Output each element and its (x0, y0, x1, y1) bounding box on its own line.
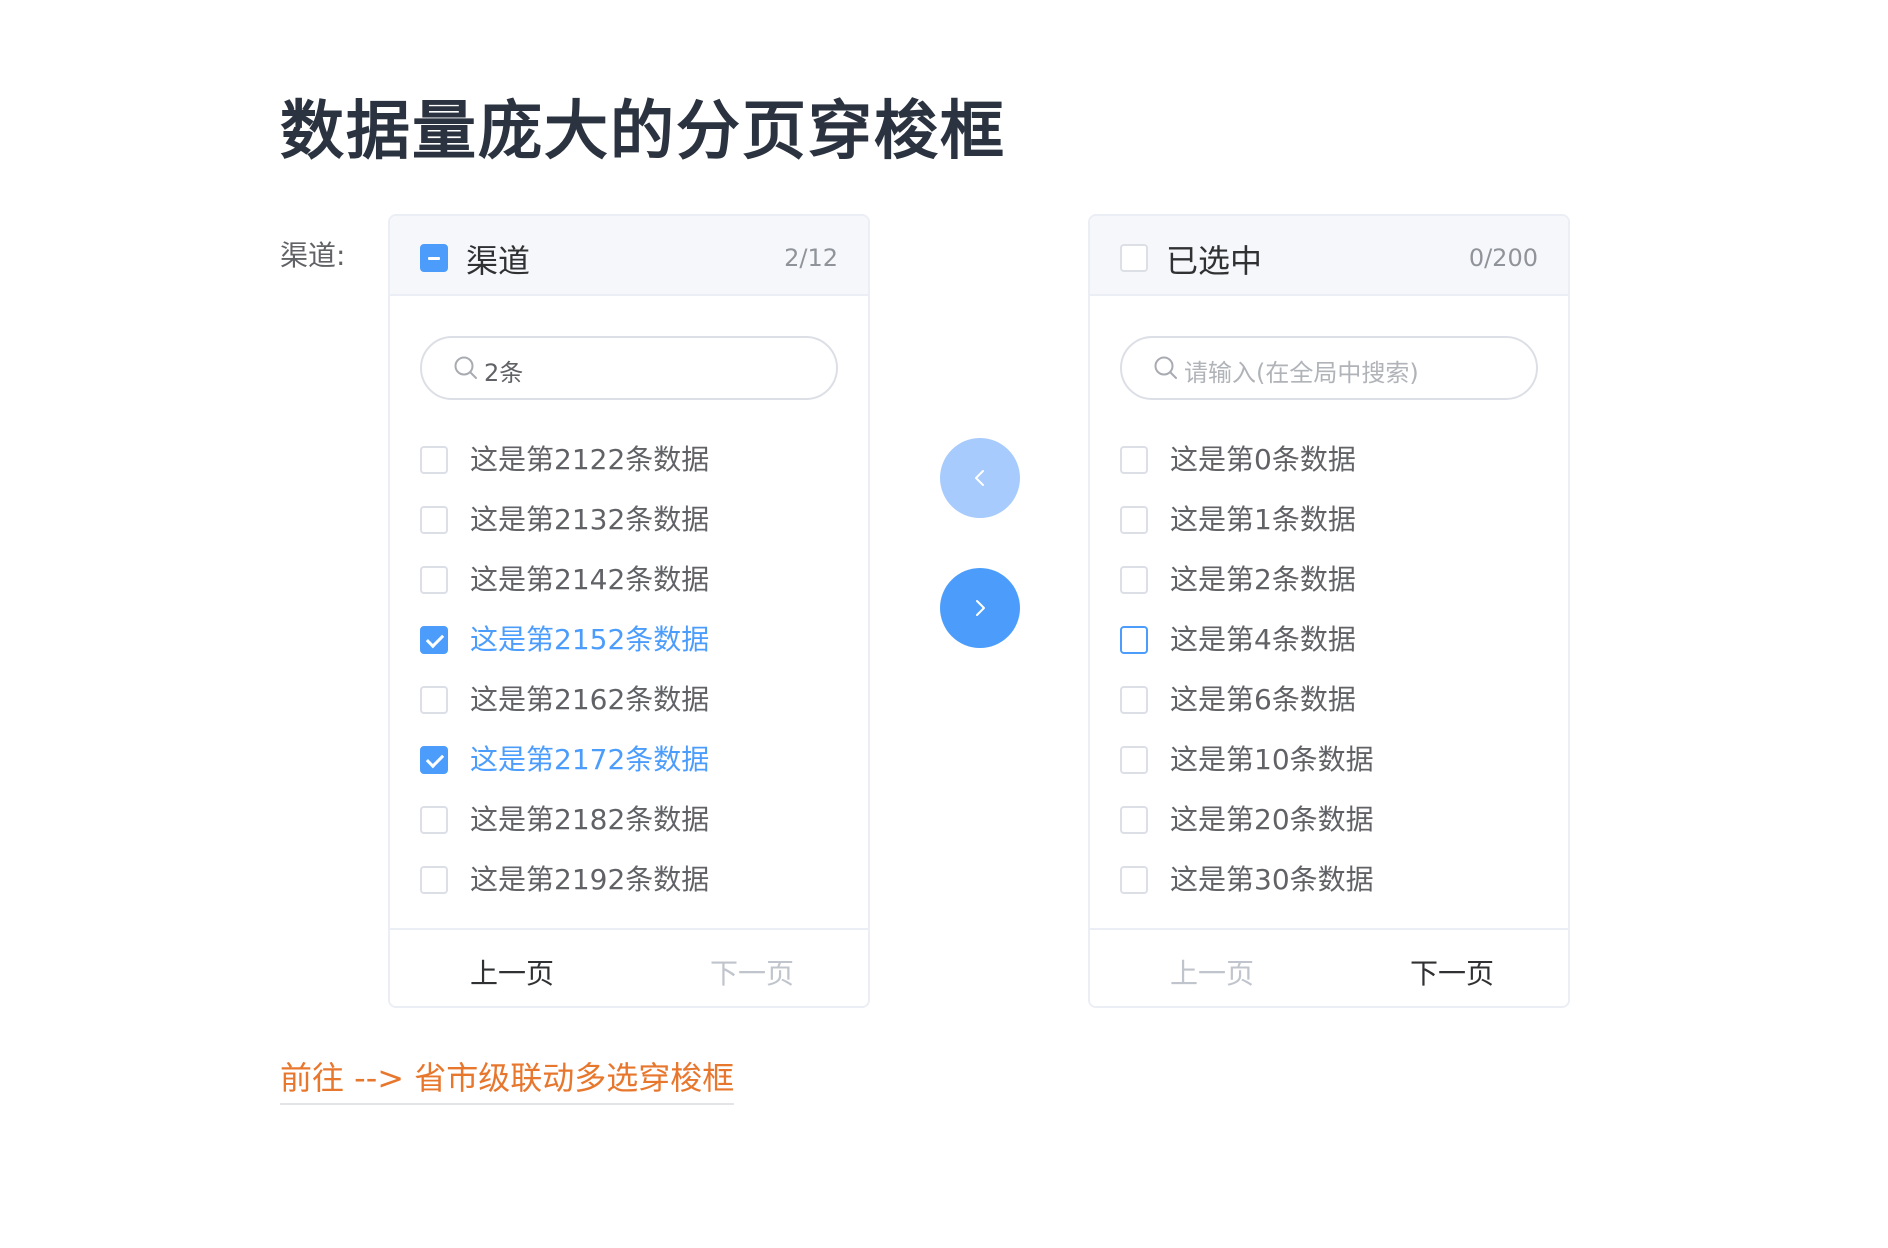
source-list-item[interactable]: 这是第2182条数据 (420, 800, 840, 840)
target-select-all-checkbox[interactable] (1120, 244, 1148, 272)
source-item-label: 这是第2192条数据 (470, 863, 710, 896)
source-panel-header: 渠道 2/12 (390, 216, 868, 296)
goto-cascade-transfer-link[interactable]: 前往 --> 省市级联动多选穿梭框 (280, 1053, 735, 1105)
target-prev-page-button[interactable]: 上一页 (1170, 952, 1254, 992)
target-item-checkbox[interactable] (1120, 566, 1148, 594)
target-item-checkbox[interactable] (1120, 866, 1148, 894)
target-list-item[interactable]: 这是第30条数据 (1120, 860, 1540, 900)
target-panel-count: 0/200 (1468, 244, 1538, 272)
source-next-page-button[interactable]: 下一页 (710, 952, 794, 992)
target-item-label: 这是第2条数据 (1170, 563, 1356, 596)
source-transfer-panel: 渠道 2/12 2条 这是第2122条数据 这是第2132条数据 这是第2142条数… (388, 214, 870, 1008)
source-item-checkbox[interactable] (420, 806, 448, 834)
source-item-label: 这是第2122条数据 (470, 443, 710, 476)
chevron-left-icon (975, 470, 984, 486)
source-list-item[interactable]: 这是第2152条数据 (420, 620, 840, 660)
source-panel-count: 2/12 (784, 244, 838, 272)
target-transfer-panel: 已选中 0/200 请输入(在全局中搜索) 这是第0条数据 这是第1条数据 这是第2… (1088, 214, 1570, 1008)
target-item-label: 这是第0条数据 (1170, 443, 1356, 476)
source-list-item[interactable]: 这是第2172条数据 (420, 740, 840, 780)
target-pager: 上一页 下一页 (1090, 928, 1568, 1006)
channel-field-label: 渠道: (280, 239, 346, 272)
target-item-label: 这是第4条数据 (1170, 623, 1356, 656)
target-item-label: 这是第20条数据 (1170, 803, 1374, 836)
target-search-placeholder: 请输入(在全局中搜索) (1184, 359, 1419, 387)
target-panel-header: 已选中 0/200 (1090, 216, 1568, 296)
source-item-checkbox[interactable] (420, 506, 448, 534)
target-list-item[interactable]: 这是第2条数据 (1120, 560, 1540, 600)
source-list-item[interactable]: 这是第2192条数据 (420, 860, 840, 900)
target-item-label: 这是第10条数据 (1170, 743, 1374, 776)
target-list-item[interactable]: 这是第20条数据 (1120, 800, 1540, 840)
source-list-item[interactable]: 这是第2132条数据 (420, 500, 840, 540)
target-search-input[interactable]: 请输入(在全局中搜索) (1120, 336, 1538, 400)
source-item-checkbox[interactable] (420, 746, 448, 774)
source-item-list[interactable]: 这是第2122条数据 这是第2132条数据 这是第2142条数据 这是第2152条数据… (390, 430, 868, 1006)
search-icon (1154, 356, 1177, 379)
target-item-label: 这是第6条数据 (1170, 683, 1356, 716)
source-item-label: 这是第2182条数据 (470, 803, 710, 836)
source-item-checkbox[interactable] (420, 866, 448, 894)
source-item-label: 这是第2152条数据 (470, 623, 710, 656)
target-list-item[interactable]: 这是第4条数据 (1120, 620, 1540, 660)
source-list-item[interactable]: 这是第2122条数据 (420, 440, 840, 480)
target-item-label: 这是第1条数据 (1170, 503, 1356, 536)
search-icon (454, 356, 477, 379)
source-item-checkbox[interactable] (420, 626, 448, 654)
target-item-checkbox[interactable] (1120, 626, 1148, 654)
target-item-checkbox[interactable] (1120, 746, 1148, 774)
target-next-page-button[interactable]: 下一页 (1410, 952, 1494, 992)
source-select-all-checkbox[interactable] (420, 244, 448, 272)
target-item-checkbox[interactable] (1120, 806, 1148, 834)
source-item-label: 这是第2132条数据 (470, 503, 710, 536)
target-panel-title: 已选中 (1166, 242, 1263, 280)
source-search-value: 2条 (484, 359, 524, 387)
source-panel-title: 渠道 (466, 242, 531, 280)
source-item-checkbox[interactable] (420, 686, 448, 714)
source-item-label: 这是第2162条数据 (470, 683, 710, 716)
source-prev-page-button[interactable]: 上一页 (470, 952, 554, 992)
source-item-label: 这是第2172条数据 (470, 743, 710, 776)
source-search-input[interactable]: 2条 (420, 336, 838, 400)
move-to-left-button[interactable] (940, 438, 1020, 518)
target-list-item[interactable]: 这是第10条数据 (1120, 740, 1540, 780)
source-item-label: 这是第2142条数据 (470, 563, 710, 596)
target-item-checkbox[interactable] (1120, 686, 1148, 714)
page-title: 数据量庞大的分页穿梭框 (280, 95, 1006, 169)
target-list-item[interactable]: 这是第6条数据 (1120, 680, 1540, 720)
target-item-list[interactable]: 这是第0条数据 这是第1条数据 这是第2条数据 这是第4条数据 这是第6条数据 这是第10… (1090, 430, 1568, 1006)
target-item-label: 这是第30条数据 (1170, 863, 1374, 896)
source-list-item[interactable]: 这是第2142条数据 (420, 560, 840, 600)
source-list-item[interactable]: 这是第2162条数据 (420, 680, 840, 720)
target-list-item[interactable]: 这是第1条数据 (1120, 500, 1540, 540)
target-item-checkbox[interactable] (1120, 446, 1148, 474)
target-item-checkbox[interactable] (1120, 506, 1148, 534)
move-to-right-button[interactable] (940, 568, 1020, 648)
source-item-checkbox[interactable] (420, 566, 448, 594)
source-pager: 上一页 下一页 (390, 928, 868, 1006)
chevron-right-icon (976, 600, 985, 616)
source-item-checkbox[interactable] (420, 446, 448, 474)
target-list-item[interactable]: 这是第0条数据 (1120, 440, 1540, 480)
